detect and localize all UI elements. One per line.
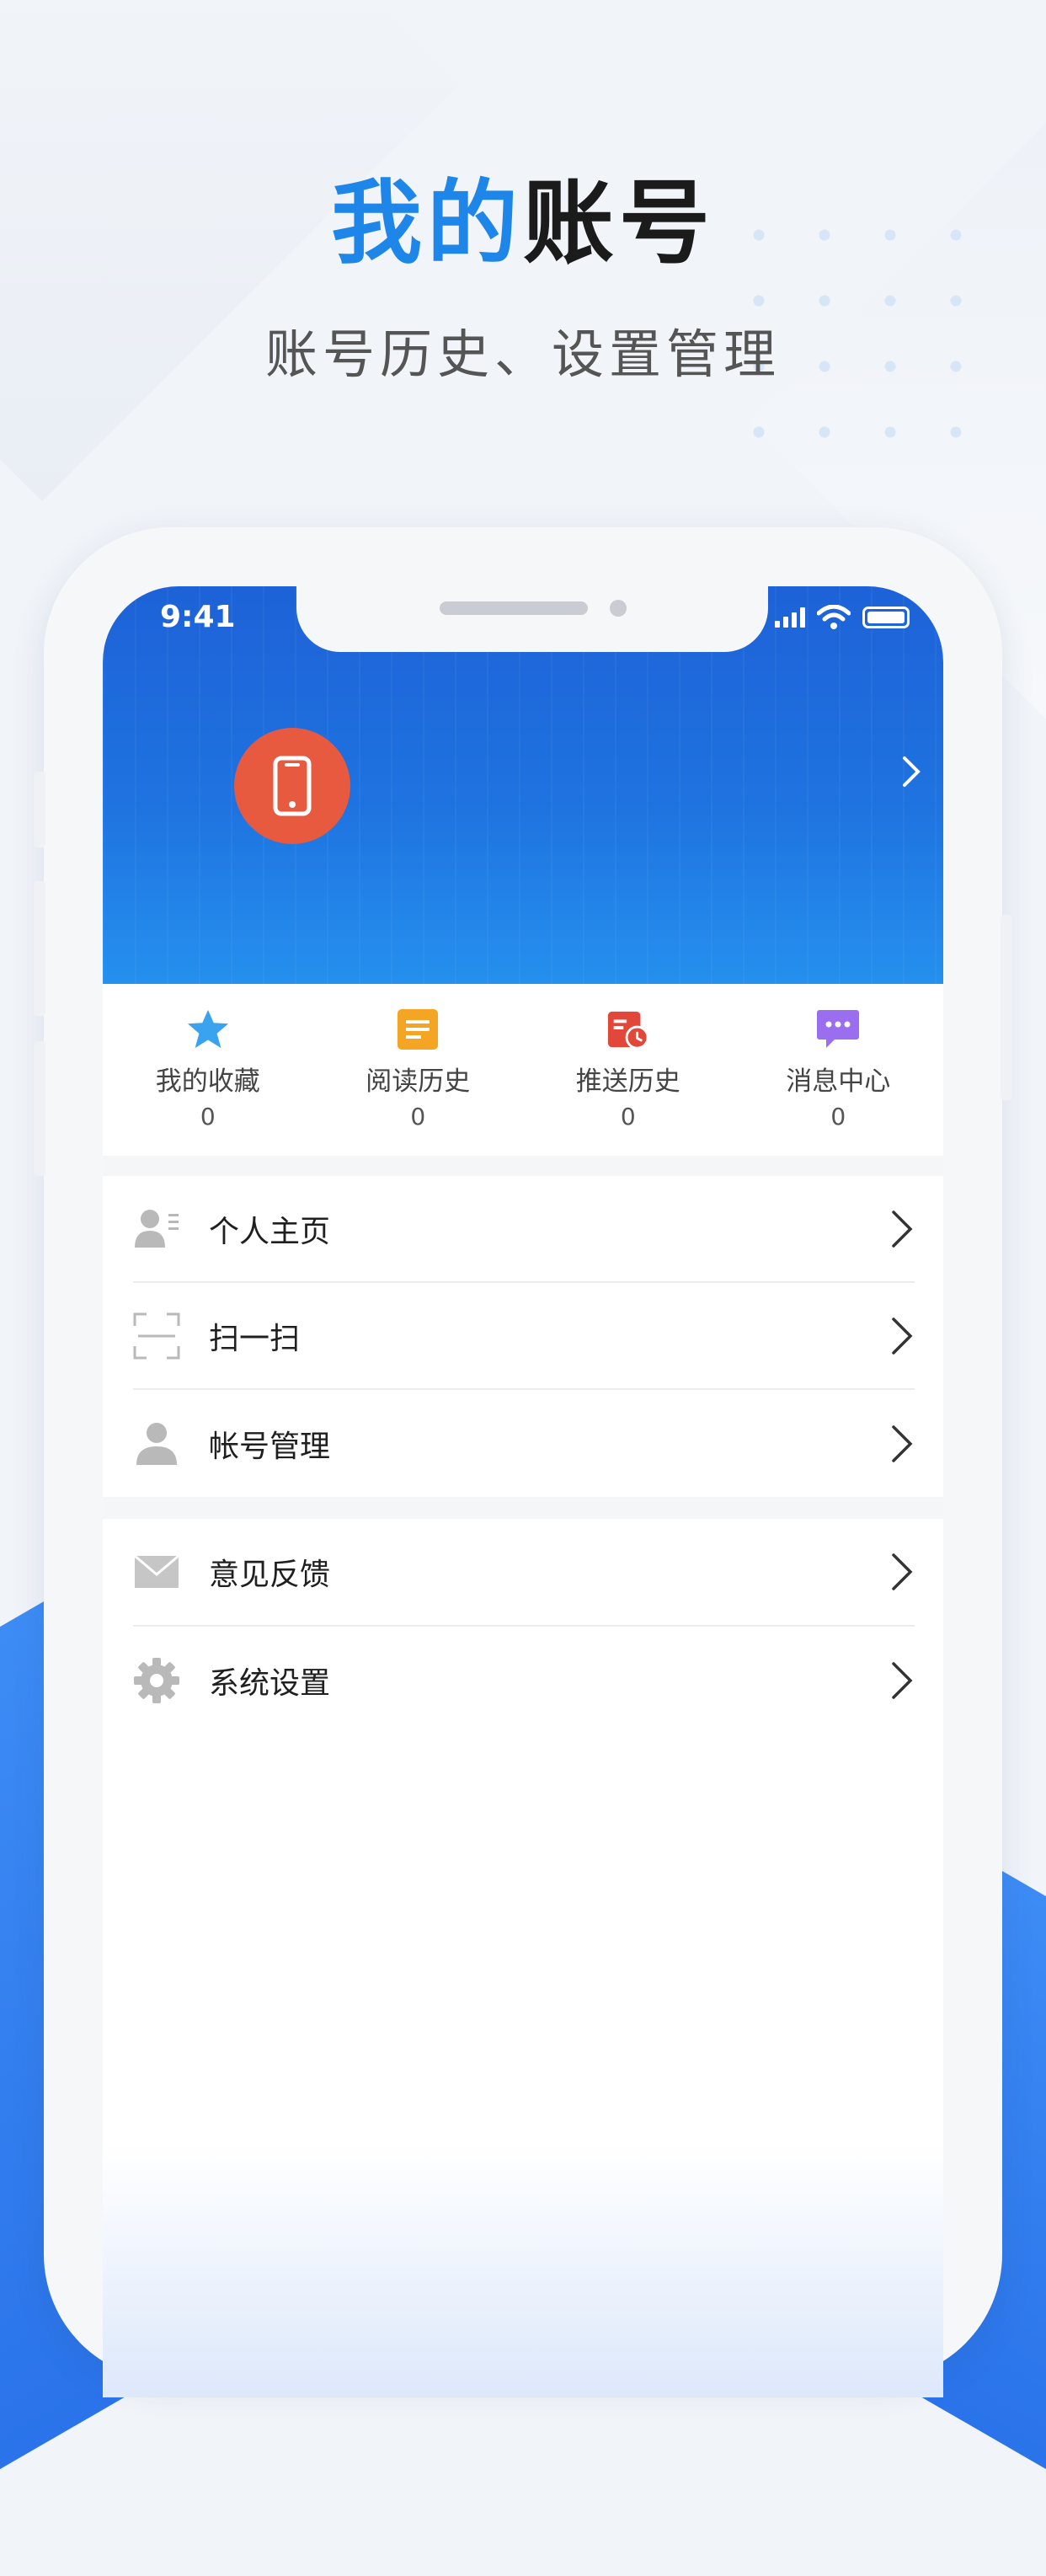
screen-bottom-fade	[103, 2145, 943, 2397]
quick-count: 0	[200, 1103, 216, 1130]
promo-subtitle: 账号历史、设置管理	[264, 323, 781, 385]
menu-item-feedback[interactable]: 意见反馈	[133, 1519, 915, 1627]
menu-item-label: 扫一扫	[209, 1321, 301, 1356]
menu-group: 个人主页 扫一扫 帐号管理	[103, 1176, 943, 1519]
menu-item-scan[interactable]: 扫一扫	[133, 1283, 915, 1390]
signal-icon	[775, 607, 805, 628]
gear-icon	[133, 1657, 180, 1704]
phone-notch	[296, 586, 768, 652]
quick-label: 消息中心	[786, 1066, 891, 1097]
star-icon	[186, 1007, 230, 1051]
chevron-right-icon	[892, 1553, 913, 1590]
message-icon	[816, 1007, 860, 1051]
profile-card-icon	[133, 1205, 180, 1253]
quick-favorites[interactable]: 我的收藏 0	[103, 984, 313, 1156]
menu-item-label: 意见反馈	[209, 1558, 331, 1592]
quick-label: 推送历史	[575, 1066, 680, 1097]
quick-label: 我的收藏	[155, 1066, 260, 1097]
quick-count: 0	[410, 1103, 426, 1130]
menu-item-label: 个人主页	[209, 1214, 331, 1249]
calendar-clock-icon	[606, 1007, 650, 1051]
profile-header[interactable]: 9:41	[103, 586, 943, 984]
promo-title-highlight: 我的	[330, 170, 523, 276]
chevron-right-icon	[892, 1210, 913, 1248]
quick-reading-history[interactable]: 阅读历史 0	[313, 984, 524, 1156]
scan-icon	[133, 1312, 180, 1360]
camera	[610, 600, 627, 617]
quick-push-history[interactable]: 推送历史 0	[523, 984, 734, 1156]
promo-title-rest: 账号	[523, 170, 716, 276]
phone-side-button	[34, 772, 45, 847]
app-screen: 9:41 我的收藏 0 阅读历史 0 推送历史 0 消息中心 0 个人主页 扫一…	[103, 586, 943, 2397]
chevron-right-icon	[892, 1661, 913, 1699]
phone-side-button	[34, 881, 45, 1016]
quick-label: 阅读历史	[366, 1066, 471, 1097]
quick-count: 0	[830, 1103, 846, 1130]
avatar[interactable]	[234, 728, 350, 844]
menu-item-label: 系统设置	[209, 1665, 331, 1701]
battery-icon	[862, 607, 910, 628]
menu-group: 意见反馈 系统设置	[103, 1519, 943, 1734]
chevron-right-icon[interactable]	[901, 755, 921, 788]
mail-icon	[133, 1548, 180, 1595]
phone-side-button	[34, 1041, 45, 1176]
menu-item-account-management[interactable]: 帐号管理	[133, 1390, 915, 1497]
wifi-icon	[817, 605, 851, 629]
phone-mockup: 9:41 我的收藏 0 阅读历史 0 推送历史 0 消息中心 0 个人主页 扫一…	[34, 527, 1012, 2397]
quick-message-center[interactable]: 消息中心 0	[734, 984, 944, 1156]
user-icon	[133, 1420, 180, 1467]
menu-item-label: 帐号管理	[209, 1429, 331, 1464]
document-icon	[396, 1007, 440, 1051]
menu-item-profile[interactable]: 个人主页	[133, 1176, 915, 1283]
menu-item-settings[interactable]: 系统设置	[133, 1627, 915, 1734]
status-time: 9:41	[160, 600, 236, 634]
status-icons	[775, 605, 910, 630]
chevron-right-icon	[892, 1317, 913, 1355]
phone-icon	[273, 756, 312, 816]
chevron-right-icon	[892, 1424, 913, 1462]
quick-count: 0	[620, 1103, 636, 1130]
promo-title: 我的账号	[0, 168, 1046, 278]
speaker	[440, 601, 588, 615]
quick-actions: 我的收藏 0 阅读历史 0 推送历史 0 消息中心 0	[103, 984, 943, 1176]
phone-side-button	[1001, 915, 1012, 1100]
